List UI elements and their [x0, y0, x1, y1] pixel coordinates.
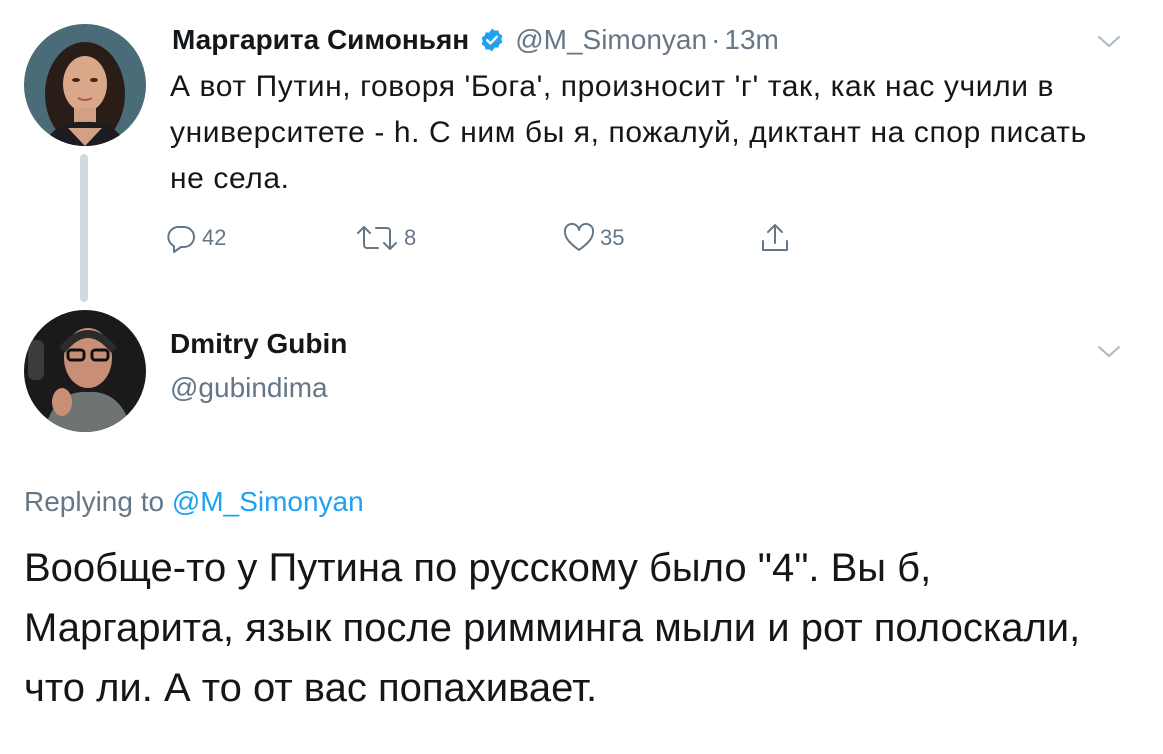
- chevron-down-icon[interactable]: [1096, 34, 1122, 50]
- chevron-down-icon[interactable]: [1096, 344, 1122, 360]
- author-name[interactable]: Dmitry Gubin: [170, 328, 347, 360]
- retweet-button[interactable]: 8: [354, 220, 416, 256]
- tweet-timestamp[interactable]: 13m: [724, 24, 778, 56]
- reply-icon: [167, 226, 195, 253]
- author-name[interactable]: Маргарита Симоньян: [172, 24, 469, 56]
- avatar-dmitry-gubin[interactable]: [24, 310, 146, 432]
- author-handle[interactable]: @M_Simonyan: [515, 24, 707, 56]
- reply-count: 42: [202, 225, 227, 250]
- avatar-image: [24, 310, 146, 432]
- author-handle[interactable]: @gubindima: [170, 372, 328, 404]
- replying-prefix: Replying to: [24, 486, 165, 517]
- like-icon: [563, 222, 595, 251]
- tweet-text: А вот Путин, говоря 'Бога', произносит '…: [170, 70, 1087, 195]
- share-icon: [762, 224, 788, 251]
- tweet-text: Вообще-то у Путина по русскому было "4".…: [24, 546, 1081, 710]
- like-button[interactable]: 35: [562, 220, 624, 256]
- avatar-image: [24, 24, 146, 146]
- retweet-icon: [357, 226, 397, 250]
- replying-to-line: Replying to @M_Simonyan: [24, 486, 364, 518]
- retweet-count: 8: [404, 225, 417, 250]
- like-count: 35: [600, 225, 625, 250]
- verified-badge-icon: [479, 27, 505, 53]
- reply-button[interactable]: 42: [164, 220, 226, 256]
- replying-handle-link[interactable]: @M_Simonyan: [172, 486, 364, 517]
- tweet-header: Маргарита Симоньян @M_Simonyan · 13m: [172, 20, 779, 60]
- separator-dot: ·: [711, 24, 721, 55]
- thread-connector-line: [80, 154, 88, 302]
- share-button[interactable]: [758, 220, 792, 256]
- avatar-margarita-simonyan[interactable]: [24, 24, 146, 146]
